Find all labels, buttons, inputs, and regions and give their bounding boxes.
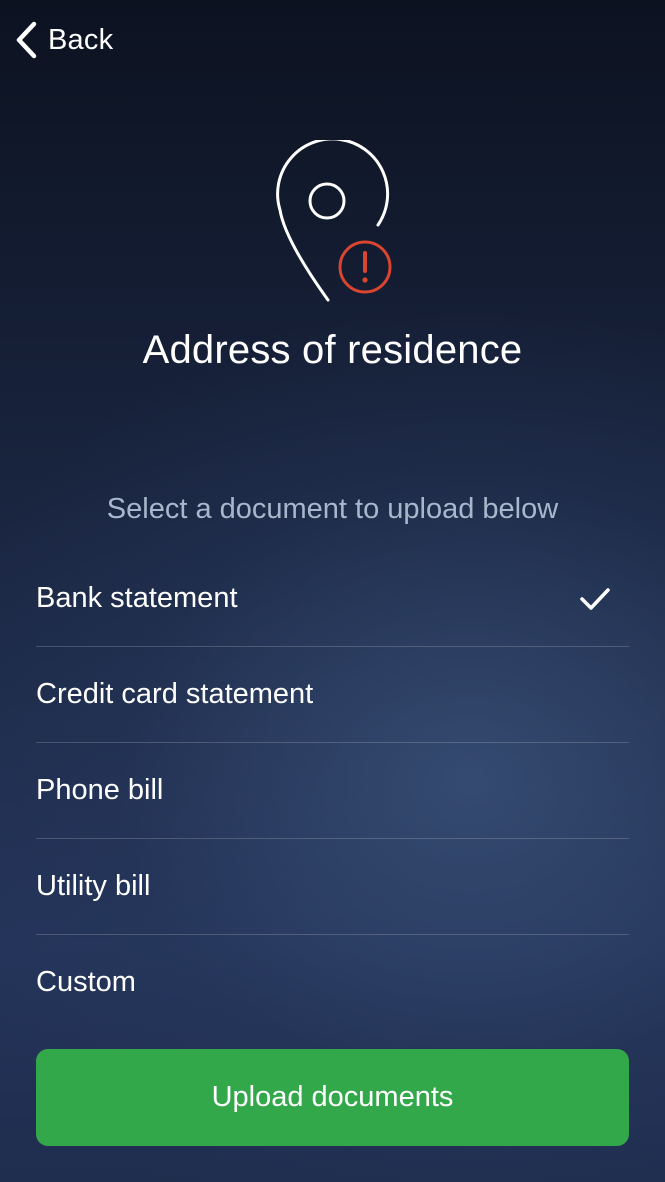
screen: Back Address of residence Select a docum… <box>0 0 665 1182</box>
upload-documents-label: Upload documents <box>211 1081 454 1113</box>
page-title: Address of residence <box>142 328 523 372</box>
document-option-label: Custom <box>36 966 136 998</box>
document-option-label: Bank statement <box>36 582 238 614</box>
document-option-bank-statement[interactable]: Bank statement <box>36 551 629 647</box>
warning-badge-icon <box>338 240 392 294</box>
document-type-list: Bank statement Credit card statement Pho… <box>36 551 629 1030</box>
document-option-credit-card-statement[interactable]: Credit card statement <box>36 647 629 743</box>
chevron-left-icon <box>16 21 37 59</box>
back-button[interactable]: Back <box>14 18 113 62</box>
document-option-label: Credit card statement <box>36 678 314 710</box>
checkmark-icon <box>580 587 610 610</box>
document-option-utility-bill[interactable]: Utility bill <box>36 839 629 935</box>
back-label: Back <box>48 23 114 56</box>
document-option-phone-bill[interactable]: Phone bill <box>36 743 629 839</box>
upload-documents-button[interactable]: Upload documents <box>36 1049 629 1146</box>
document-option-custom[interactable]: Custom <box>36 935 629 1030</box>
page-subtitle: Select a document to upload below <box>106 493 559 525</box>
document-option-label: Phone bill <box>36 774 164 806</box>
document-option-label: Utility bill <box>36 870 151 902</box>
location-pin-warning-icon <box>276 140 392 302</box>
